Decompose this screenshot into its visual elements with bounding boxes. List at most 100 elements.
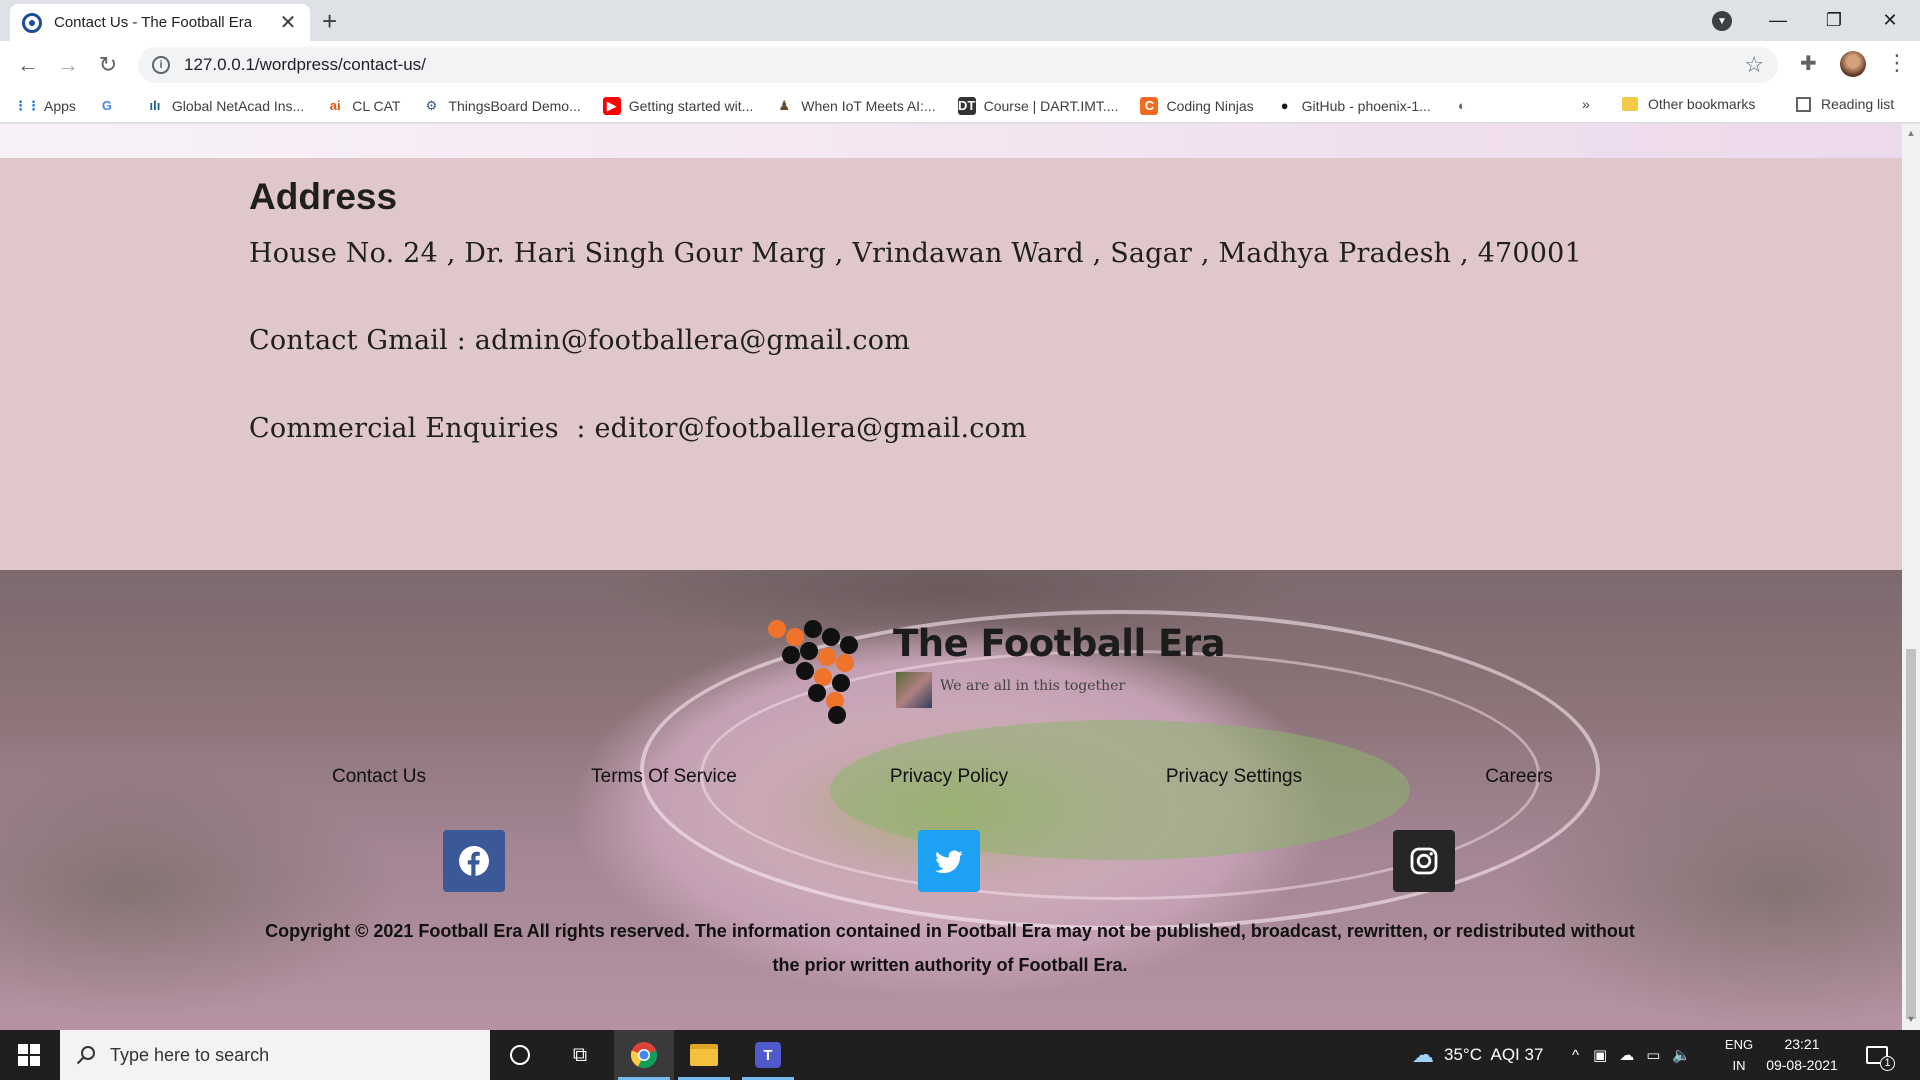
contact-section: Address House No. 24 , Dr. Hari Singh Go… [0,158,1902,570]
site-footer: The Football Era We are all in this toge… [0,570,1902,1030]
other-bookmarks-label: Other bookmarks [1648,96,1756,112]
reload-icon[interactable]: ↻ [94,51,122,79]
bookmark-item[interactable]: ♟ When IoT Meets AI:... [775,97,935,115]
cortana-button[interactable] [490,1030,550,1080]
chrome-icon [630,1042,658,1069]
bookmark-label: Course | DART.IMT.... [983,97,1119,114]
tray-icons: ^ ▣ ☁ ▭ 🔈 [1572,1030,1691,1080]
more-bookmarks-label: » [1582,96,1590,112]
input-language-indicator[interactable]: ENG IN [1722,1034,1756,1076]
search-icon [76,1046,95,1065]
onedrive-icon[interactable]: ☁ [1619,1046,1634,1064]
windows-logo-icon [18,1044,40,1066]
chrome-taskbar-button[interactable] [614,1030,674,1080]
footer-link-careers[interactable]: Careers [1485,766,1553,788]
browser-toolbar: ← → ↻ i 127.0.0.1/wordpress/contact-us/ … [0,41,1920,89]
task-view-icon: ⧉ [572,1043,588,1066]
scroll-down-icon[interactable]: ▼ [1906,1014,1916,1024]
tab-search-icon[interactable]: ▼ [1712,11,1732,31]
profile-avatar[interactable] [1840,51,1866,77]
volume-icon[interactable]: 🔈 [1672,1046,1691,1064]
other-bookmarks-folder[interactable]: Other bookmarks [1622,96,1755,112]
tab-title: Contact Us - The Football Era [54,14,253,31]
footer-link-privacy-settings[interactable]: Privacy Settings [1166,766,1302,788]
weather-text: 35°C AQI 37 [1444,1045,1544,1064]
bookmark-item[interactable]: DT Course | DART.IMT.... [957,96,1119,115]
bookmark-label: Getting started wit... [628,97,754,114]
extensions-puzzle-icon[interactable]: ✚ [1800,51,1817,76]
clock-time: 23:21 [1784,1036,1820,1052]
windows-taskbar: Type here to search ⧉ T ☁ 35°C AQI 37 ^ … [0,1030,1920,1080]
battery-icon[interactable]: ▭ [1646,1046,1660,1064]
taskbar-search[interactable]: Type here to search [60,1030,490,1080]
bookmark-item[interactable]: G [98,97,124,115]
instagram-icon [1410,847,1438,875]
minimize-button[interactable]: — [1750,0,1806,41]
notification-count: 1 [1880,1056,1895,1071]
footer-logo[interactable]: The Football Era We are all in this toge… [768,620,1226,724]
bookmark-item[interactable]: ▶ Getting started wit... [602,96,754,115]
facebook-button[interactable] [443,830,505,892]
back-icon[interactable]: ← [14,51,42,79]
region-code: IN [1732,1058,1746,1073]
scroll-up-icon[interactable]: ▲ [1906,128,1916,138]
site-info-icon[interactable]: i [152,56,170,74]
globe-icon: ◐ [1457,98,1466,113]
bookmark-item[interactable]: ● GitHub - phoenix-1... [1276,97,1431,115]
weather-widget[interactable]: ☁ 35°C AQI 37 [1412,1030,1543,1080]
folder-icon [690,1044,718,1066]
url-text[interactable]: 127.0.0.1/wordpress/contact-us/ [184,55,1744,75]
show-hidden-icons-chevron-icon[interactable]: ^ [1572,1047,1579,1064]
contact-gmail-text: Contact Gmail : admin@footballera@gmail.… [249,325,911,356]
cisco-icon: ılı [149,98,161,113]
commercial-enquiries-text: Commercial Enquiries : editor@footballer… [249,413,1027,444]
bookmark-item[interactable]: C Coding Ninjas [1140,96,1254,115]
youtube-icon: ▶ [602,96,621,115]
folder-icon [1622,97,1638,111]
footer-link-contact-us[interactable]: Contact Us [332,766,426,788]
new-tab-button[interactable]: + [322,6,337,37]
meet-now-icon[interactable]: ▣ [1593,1046,1607,1064]
instagram-button[interactable] [1393,830,1455,892]
close-window-button[interactable]: ✕ [1862,0,1918,41]
bookmark-star-icon[interactable]: ☆ [1744,52,1764,78]
file-explorer-button[interactable] [674,1030,734,1080]
reading-list-label: Reading list [1821,96,1895,112]
bookmark-item[interactable]: ◐ [1453,97,1479,115]
reading-list-button[interactable]: Reading list [1796,96,1894,112]
close-tab-icon[interactable]: ✕ [278,10,298,35]
chrome-menu-icon[interactable]: ⋮ [1886,50,1908,76]
scrollbar-thumb[interactable] [1906,649,1916,1019]
footer-links: Contact Us Terms Of Service Privacy Poli… [0,766,1902,796]
header-strip [0,124,1902,158]
footer-link-terms-of-service[interactable]: Terms Of Service [591,766,737,788]
coding-ninjas-icon: C [1140,96,1159,115]
restore-button[interactable]: ❐ [1806,0,1862,41]
start-button[interactable] [0,1030,58,1080]
task-view-button[interactable]: ⧉ [550,1030,610,1080]
bookmark-item[interactable]: ⚙ ThingsBoard Demo... [422,97,581,115]
apps-grid-icon: ⋮⋮ [14,97,40,113]
twitter-button[interactable] [918,830,980,892]
bookmark-item[interactable]: ⋮⋮ Apps [14,97,76,115]
notification-center-button[interactable]: 1 [1866,1030,1895,1080]
system-clock[interactable]: 23:21 09-08-2021 [1762,1034,1842,1076]
twitter-icon [935,850,963,874]
footer-link-privacy-policy[interactable]: Privacy Policy [890,766,1008,788]
person-icon: ♟ [778,97,791,113]
address-bar[interactable]: i 127.0.0.1/wordpress/contact-us/ ☆ [138,47,1778,83]
bookmark-item[interactable]: ai CL CAT [326,97,401,115]
bookmark-label: When IoT Meets AI:... [801,97,936,114]
bookmark-item[interactable]: ılı Global NetAcad Ins... [146,97,305,115]
forward-icon[interactable]: → [54,51,82,79]
more-bookmarks-button[interactable]: » [1582,96,1590,112]
partly-cloudy-icon: ☁ [1412,1042,1434,1067]
teams-button[interactable]: T [738,1030,798,1080]
bookmark-label: Apps [44,97,76,114]
page-scrollbar[interactable]: ▲ ▼ [1902,124,1920,1030]
address-text: House No. 24 , Dr. Hari Singh Gour Marg … [249,238,1582,269]
copyright-text: Copyright © 2021 Football Era All rights… [265,921,1635,975]
teams-icon: T [755,1042,781,1068]
browser-tab[interactable]: Contact Us - The Football Era ✕ [10,4,310,41]
thingsboard-icon: ⚙ [425,97,438,113]
